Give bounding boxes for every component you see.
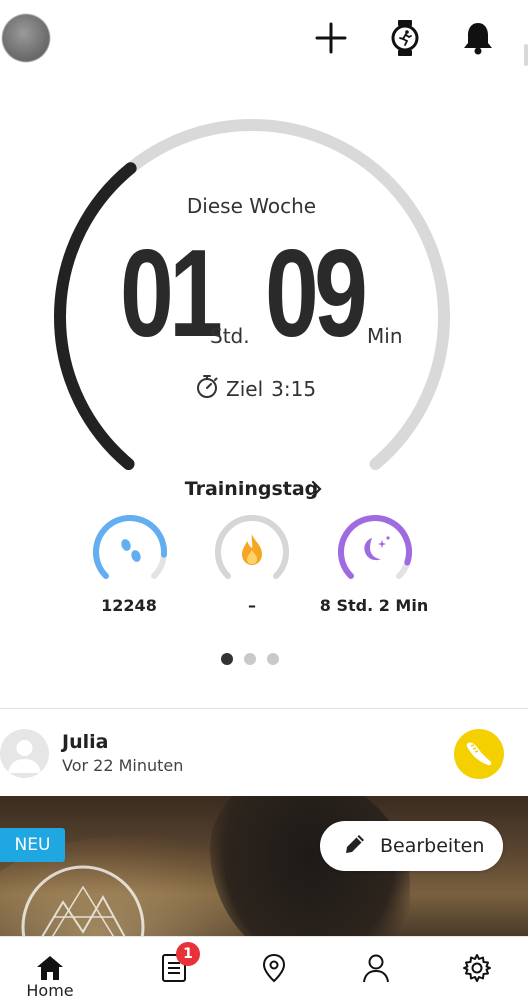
nav-map[interactable] xyxy=(224,937,324,1001)
page-dot[interactable] xyxy=(244,653,256,665)
stopwatch-icon xyxy=(196,374,218,403)
user-avatar[interactable] xyxy=(0,729,49,778)
steps-stat[interactable] xyxy=(87,512,173,592)
weekly-goal[interactable]: Ziel 3:15 xyxy=(196,374,316,403)
page-dot[interactable] xyxy=(221,653,233,665)
period-label: Diese Woche xyxy=(186,194,317,218)
nav-home[interactable]: Home xyxy=(0,937,100,1001)
divider xyxy=(0,708,528,709)
notification-badge: 1 xyxy=(176,942,200,966)
sleep-stat[interactable] xyxy=(332,512,418,592)
minutes-value: 09 xyxy=(265,225,368,363)
location-pin-icon xyxy=(262,953,286,983)
running-shoe-icon[interactable] xyxy=(454,729,504,779)
steps-icon xyxy=(118,537,144,569)
chevron-right-icon[interactable] xyxy=(310,478,324,505)
person-icon xyxy=(362,953,390,983)
calories-stat[interactable] xyxy=(209,512,295,592)
nav-profile[interactable] xyxy=(326,937,426,1001)
steps-value: 12248 xyxy=(101,596,157,615)
post-timestamp: Vor 22 Minuten xyxy=(62,756,184,775)
hours-unit: Std. xyxy=(210,324,250,348)
flame-icon xyxy=(237,532,267,572)
gear-icon xyxy=(462,953,492,983)
hours-value: 01 xyxy=(120,225,223,363)
top-bar xyxy=(0,0,528,80)
plus-icon[interactable] xyxy=(311,16,351,60)
nav-diary[interactable] xyxy=(124,937,224,1001)
page-indicator xyxy=(221,653,279,665)
sleep-value: 8 Std. 2 Min xyxy=(319,596,429,615)
scroll-indicator xyxy=(524,44,528,66)
edit-button[interactable]: Bearbeiten xyxy=(320,821,503,871)
nav-settings[interactable] xyxy=(427,937,527,1001)
new-badge: NEU xyxy=(0,828,65,862)
profile-avatar[interactable] xyxy=(2,14,50,62)
home-icon xyxy=(35,953,65,983)
weekly-progress-ring xyxy=(54,119,450,470)
nav-home-label: Home xyxy=(26,981,74,1000)
bell-icon[interactable] xyxy=(458,16,498,60)
minutes-unit: Min xyxy=(367,324,403,348)
pencil-icon xyxy=(342,831,368,862)
post-user-name[interactable]: Julia xyxy=(62,731,108,753)
moon-sleep-icon xyxy=(358,534,392,570)
goal-value: 3:15 xyxy=(271,376,317,401)
watch-running-icon[interactable] xyxy=(385,16,425,60)
goal-label: Ziel xyxy=(226,376,264,401)
page-dot[interactable] xyxy=(267,653,279,665)
training-day-title[interactable]: Trainingstag xyxy=(0,478,503,500)
bottom-navigation: Home xyxy=(0,936,528,1001)
calories-value: – xyxy=(248,596,256,615)
edit-button-label: Bearbeiten xyxy=(380,835,485,857)
